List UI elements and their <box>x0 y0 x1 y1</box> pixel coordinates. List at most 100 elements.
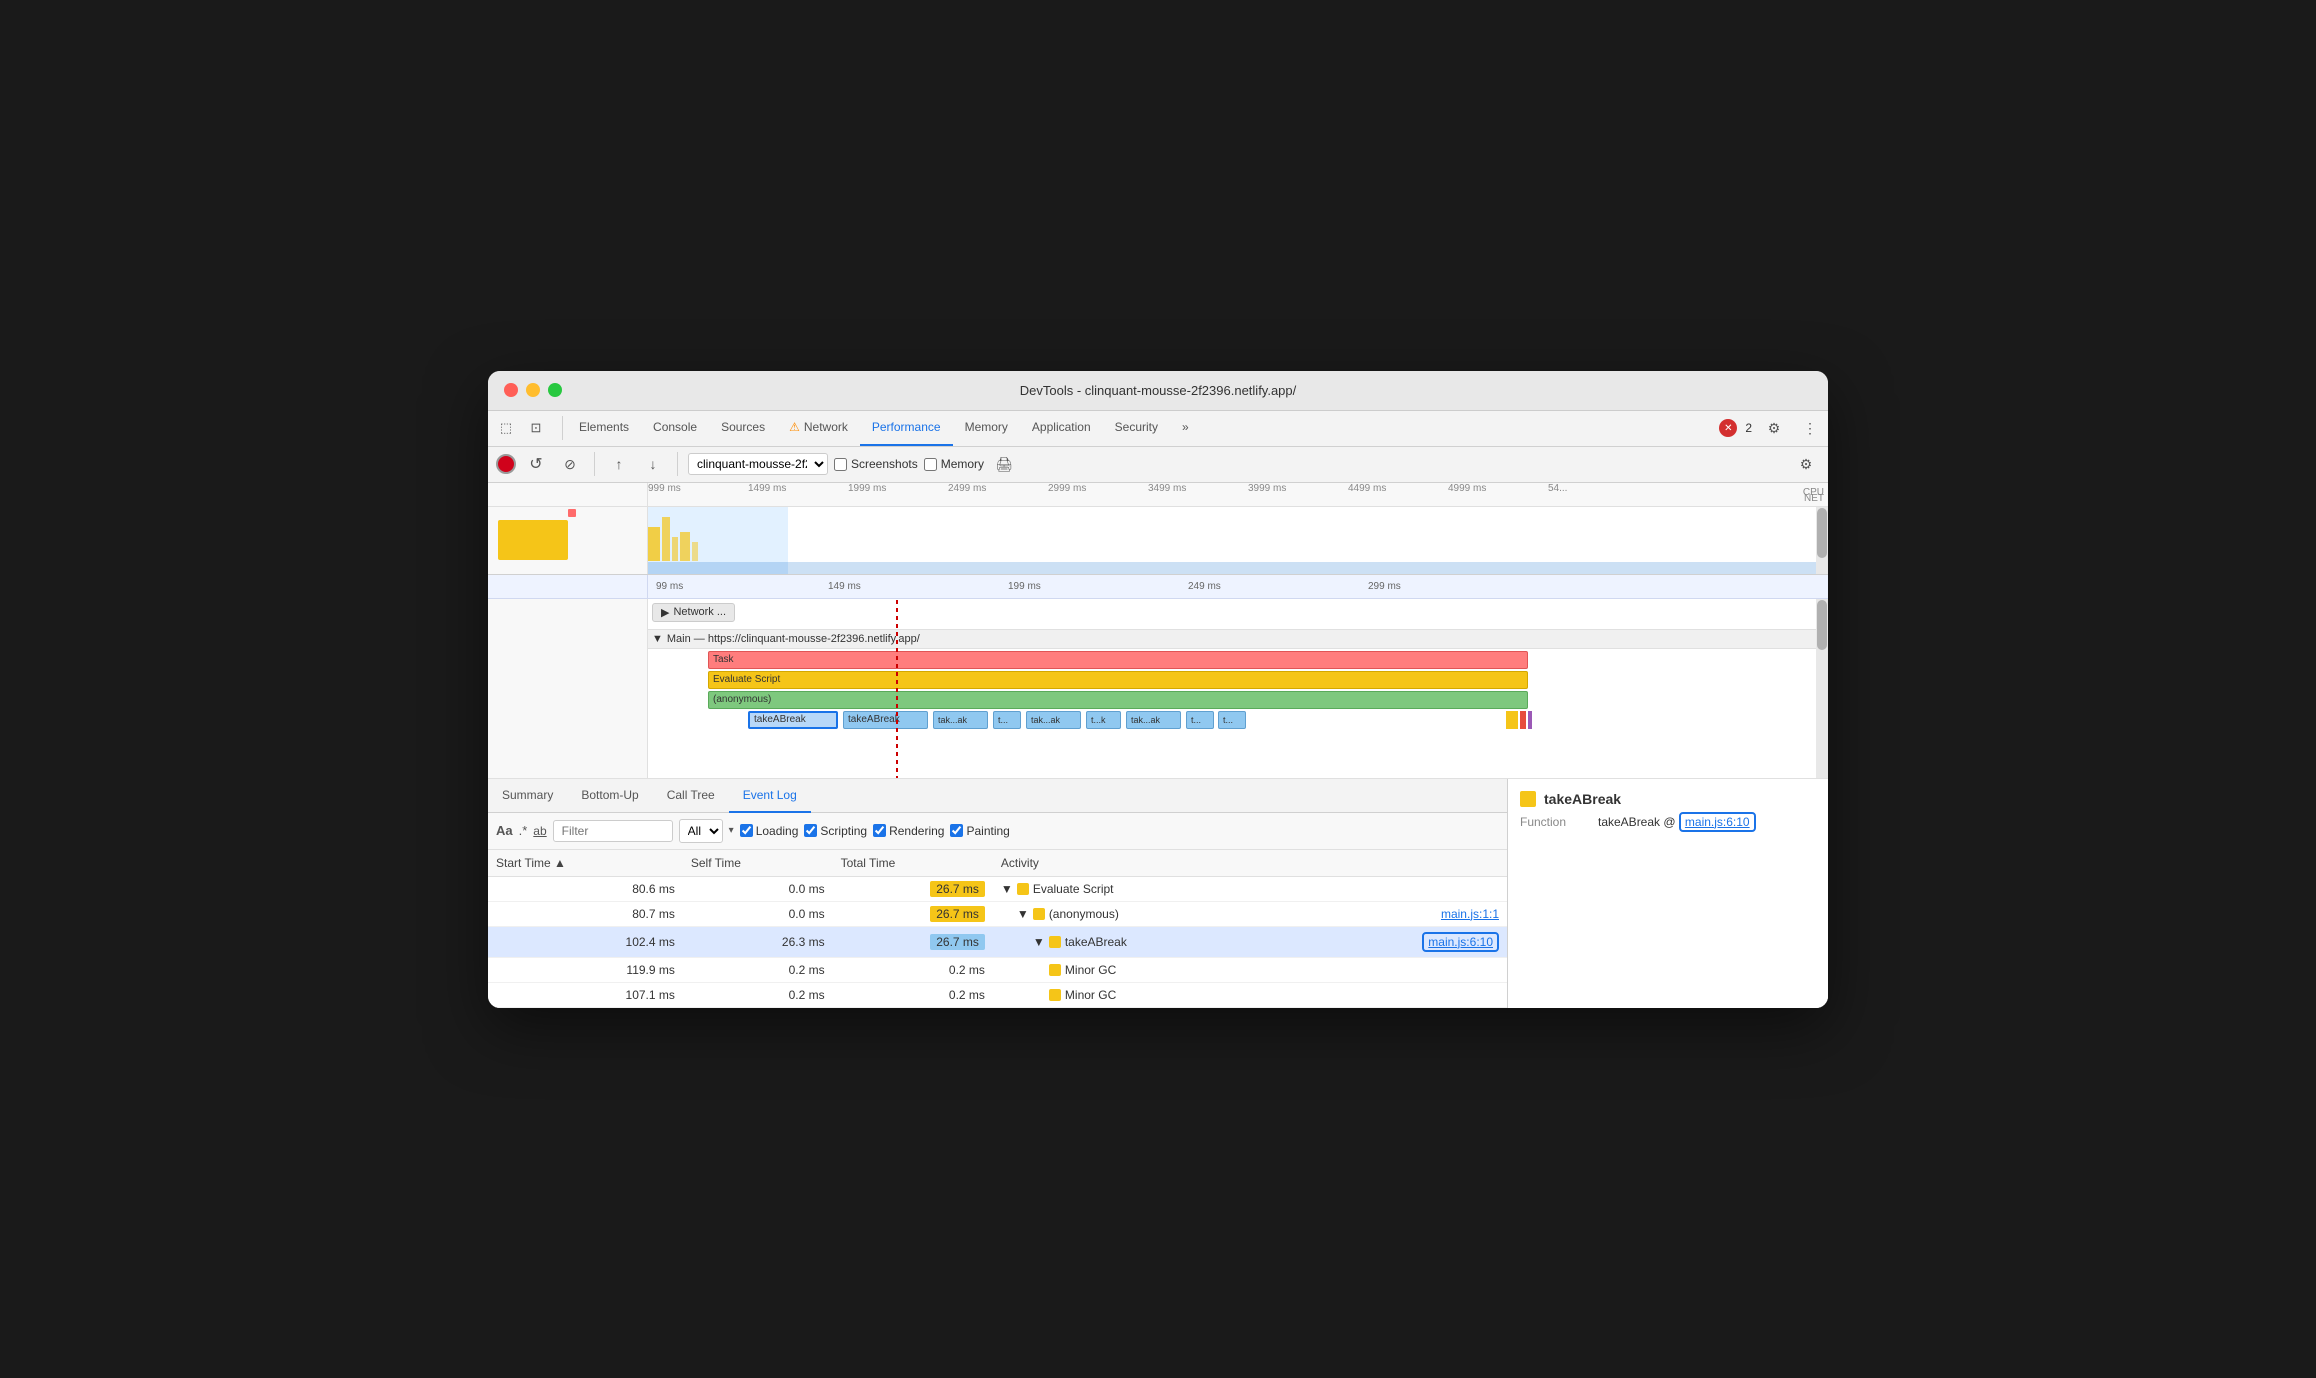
net-label: NET <box>1804 493 1824 504</box>
ruler-mark: 1999 ms <box>848 483 886 494</box>
loading-checkbox[interactable] <box>740 824 753 837</box>
loading-checkbox-label[interactable]: Loading <box>740 824 799 838</box>
table-row[interactable]: 80.6 ms 0.0 ms 26.7 ms ▼ Evaluate S <box>488 876 1507 901</box>
col-total-time[interactable]: Total Time <box>833 850 993 877</box>
url-dropdown[interactable]: clinquant-mousse-2f239... <box>688 453 828 475</box>
tab-performance[interactable]: Performance <box>860 410 953 446</box>
tab-bar: ⬚ ⊡ Elements Console Sources ⚠ Network P… <box>488 411 1828 447</box>
device-icon[interactable]: ⊡ <box>522 414 550 442</box>
tab-divider <box>562 416 563 440</box>
tab-memory[interactable]: Memory <box>953 410 1020 446</box>
tab-call-tree[interactable]: Call Tree <box>653 779 729 813</box>
flame-scrollbar[interactable] <box>1816 599 1828 778</box>
scripting-checkbox-label[interactable]: Scripting <box>804 824 867 838</box>
text-size-icon[interactable]: Aa <box>496 823 513 838</box>
clear-button[interactable]: ⊘ <box>556 450 584 478</box>
maximize-button[interactable] <box>548 383 562 397</box>
take-a-break-8[interactable]: t... <box>1186 711 1214 729</box>
tab-bottom-up[interactable]: Bottom-Up <box>567 779 652 813</box>
table-row-selected[interactable]: 102.4 ms 26.3 ms 26.7 ms ▼ takeABre <box>488 926 1507 957</box>
take-a-break-5[interactable]: tak...ak <box>1026 711 1081 729</box>
detail-icon <box>1520 791 1536 807</box>
download-button[interactable]: ↓ <box>639 450 667 478</box>
activity-cell: ▼ Evaluate Script <box>993 876 1507 901</box>
evaluate-script-bar[interactable]: Evaluate Script <box>708 671 1528 689</box>
take-a-break-3[interactable]: tak...ak <box>933 711 988 729</box>
scrollbar-thumb[interactable] <box>1817 508 1827 558</box>
painting-checkbox-label[interactable]: Painting <box>950 824 1009 838</box>
task-bar[interactable]: Task <box>708 651 1528 669</box>
more-btn[interactable]: ⋮ <box>1796 414 1824 442</box>
case-sensitive-icon[interactable]: ab <box>533 824 546 838</box>
ruler-mark: 1499 ms <box>748 483 786 494</box>
warning-icon: ⚠ <box>789 420 800 434</box>
perf-settings-btn[interactable]: ⚙ <box>1792 450 1820 478</box>
reload-button[interactable]: ↺ <box>522 450 550 478</box>
tab-sources[interactable]: Sources <box>709 410 777 446</box>
take-a-break-2[interactable]: takeABreak <box>843 711 928 729</box>
table-row[interactable]: 107.1 ms 0.2 ms 0.2 ms Minor GC <box>488 982 1507 1007</box>
detail-source-link[interactable]: main.js:6:10 <box>1679 812 1756 832</box>
col-activity[interactable]: Activity <box>993 850 1507 877</box>
activity-icon <box>1049 936 1061 948</box>
purple-block <box>1528 711 1532 729</box>
timeline-scrollbar[interactable] <box>1816 507 1828 574</box>
screenshots-checkbox-label[interactable]: Screenshots <box>834 457 918 471</box>
screenshots-checkbox[interactable] <box>834 458 847 471</box>
source-link[interactable]: main.js:1:1 <box>1441 907 1499 921</box>
tab-console[interactable]: Console <box>641 410 709 446</box>
net-bar <box>648 562 1828 574</box>
network-row: ▶ Network ... <box>652 603 735 622</box>
cpu-left <box>488 507 648 574</box>
take-a-break-7[interactable]: tak...ak <box>1126 711 1181 729</box>
cpu-bars-svg <box>648 507 1828 561</box>
more-performance-settings[interactable]: 🖨 <box>990 450 1018 478</box>
tab-summary[interactable]: Summary <box>488 779 567 813</box>
table-row[interactable]: 80.7 ms 0.0 ms 26.7 ms ▼ (anonymous <box>488 901 1507 926</box>
anonymous-bar[interactable]: (anonymous) <box>708 691 1528 709</box>
col-start-time[interactable]: Start Time ▲ <box>488 850 683 877</box>
chevron-down-icon: ▾ <box>729 825 734 836</box>
tab-security[interactable]: Security <box>1103 410 1170 446</box>
bottom-panel: Summary Bottom-Up Call Tree Event Log Aa <box>488 779 1828 1008</box>
rendering-checkbox-label[interactable]: Rendering <box>873 824 944 838</box>
tab-application[interactable]: Application <box>1020 410 1103 446</box>
cpu-red-mark <box>568 509 576 517</box>
regex-icon[interactable]: .* <box>519 823 528 838</box>
main-thread-text: Main — https://clinquant-mousse-2f2396.n… <box>667 633 920 645</box>
take-a-break-selected[interactable]: takeABreak <box>748 711 838 729</box>
memory-checkbox[interactable] <box>924 458 937 471</box>
memory-checkbox-label[interactable]: Memory <box>924 457 984 471</box>
minimize-button[interactable] <box>526 383 540 397</box>
table-row[interactable]: 119.9 ms 0.2 ms 0.2 ms Minor GC <box>488 957 1507 982</box>
scripting-checkbox[interactable] <box>804 824 817 837</box>
rendering-checkbox[interactable] <box>873 824 886 837</box>
close-button[interactable] <box>504 383 518 397</box>
traffic-lights <box>504 383 562 397</box>
record-button[interactable] <box>496 454 516 474</box>
inspect-icon[interactable]: ⬚ <box>492 414 520 442</box>
filter-input[interactable] <box>553 820 673 842</box>
ruler-mark: 2999 ms <box>1048 483 1086 494</box>
filter-all-select[interactable]: All <box>679 819 723 843</box>
take-a-break-4[interactable]: t... <box>993 711 1021 729</box>
flame-scrollbar-thumb[interactable] <box>1817 600 1827 650</box>
ruler-zoomed-249: 249 ms <box>1188 581 1221 592</box>
network-badge[interactable]: ▶ Network ... <box>652 603 735 622</box>
take-a-break-9[interactable]: t... <box>1218 711 1246 729</box>
start-time-cell: 80.7 ms <box>488 901 683 926</box>
upload-button[interactable]: ↑ <box>605 450 633 478</box>
ruler-zoomed-299: 299 ms <box>1368 581 1401 592</box>
painting-checkbox[interactable] <box>950 824 963 837</box>
cpu-net-graph <box>488 507 1828 575</box>
tab-event-log[interactable]: Event Log <box>729 779 811 813</box>
tab-more[interactable]: » <box>1170 410 1201 446</box>
settings-btn[interactable]: ⚙ <box>1760 414 1788 442</box>
source-link-circled[interactable]: main.js:6:10 <box>1422 932 1499 952</box>
col-self-time[interactable]: Self Time <box>683 850 833 877</box>
tab-network[interactable]: ⚠ Network <box>777 410 860 446</box>
tab-elements[interactable]: Elements <box>567 410 641 446</box>
take-a-break-6[interactable]: t...k <box>1086 711 1121 729</box>
activity-icon <box>1033 908 1045 920</box>
activity-cell: ▼ takeABreak main.js:6:10 <box>993 926 1507 957</box>
